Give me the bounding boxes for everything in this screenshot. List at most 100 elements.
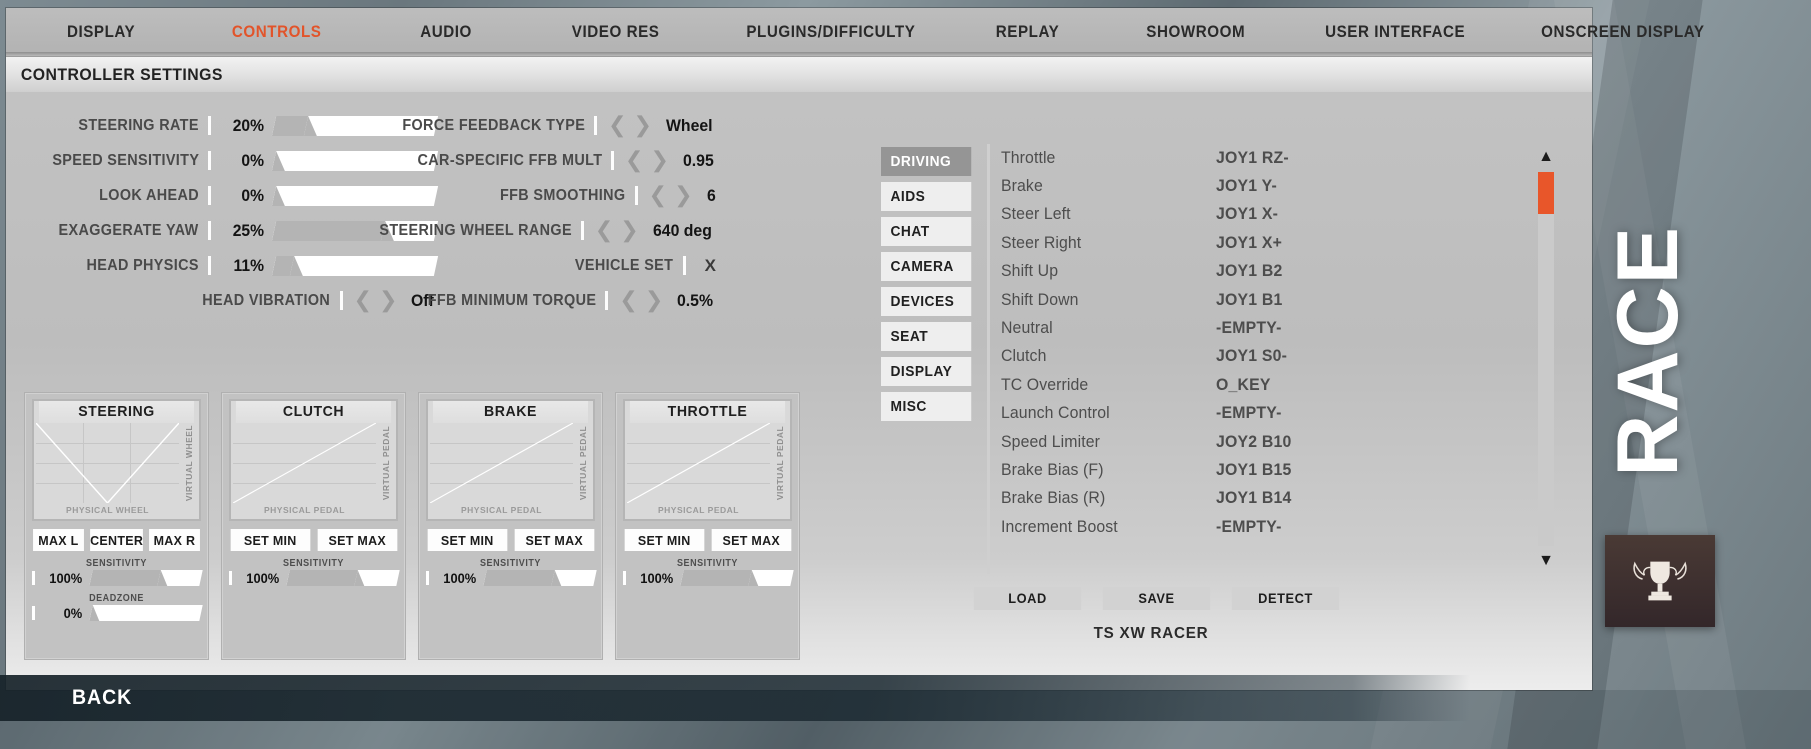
tab-display[interactable]: DISPLAY bbox=[54, 23, 148, 42]
setting-row-speed-sensitivity[interactable]: SPEED SENSITIVITY 0% bbox=[6, 143, 439, 178]
binding-value: -EMPTY- bbox=[1216, 404, 1282, 423]
set-max-button[interactable]: SET MAX bbox=[711, 529, 791, 551]
setting-row-car-specific-ffb-mult[interactable]: CAR-SPECIFIC FFB MULT ❮ ❯ 0.95 bbox=[386, 143, 716, 178]
binding-action: TC Override bbox=[1001, 375, 1089, 394]
table-row[interactable]: Throttle JOY1 RZ- bbox=[1001, 144, 1532, 172]
brake-sensitivity-row[interactable]: 100% bbox=[426, 570, 597, 586]
setting-row-vehicle-set[interactable]: VEHICLE SET X bbox=[386, 248, 716, 283]
table-row[interactable]: Launch Control -EMPTY- bbox=[1001, 400, 1532, 428]
divider-tick bbox=[605, 291, 609, 310]
set-min-button[interactable]: SET MIN bbox=[624, 529, 704, 551]
setting-label: FORCE FEEDBACK TYPE bbox=[402, 116, 586, 134]
detect-button[interactable]: DETECT bbox=[1231, 587, 1340, 610]
table-row[interactable]: Speed Limiter JOY2 B10 bbox=[1001, 428, 1532, 456]
table-row[interactable]: Brake Bias (F) JOY1 B15 bbox=[1001, 456, 1532, 484]
setting-row-look-ahead[interactable]: LOOK AHEAD 0% bbox=[6, 178, 439, 213]
steering-deadzone-row[interactable]: 0% bbox=[32, 605, 203, 621]
brake-sensitivity-slider[interactable] bbox=[483, 570, 597, 586]
table-row[interactable]: Shift Down JOY1 B1 bbox=[1001, 286, 1532, 314]
tab-audio[interactable]: AUDIO bbox=[407, 23, 484, 42]
category-devices[interactable]: DEVICES bbox=[881, 287, 972, 316]
chevron-left-icon[interactable]: ❮ bbox=[619, 289, 637, 312]
load-button[interactable]: LOAD bbox=[973, 587, 1082, 610]
set-max-button[interactable]: SET MAX bbox=[514, 529, 594, 551]
throttle-sensitivity-slider[interactable] bbox=[680, 570, 794, 586]
chevron-left-icon[interactable]: ❮ bbox=[649, 184, 667, 207]
steering-sensitivity-row[interactable]: 100% bbox=[32, 570, 203, 586]
set-min-button[interactable]: SET MIN bbox=[427, 529, 507, 551]
tab-onscreen-display[interactable]: ONSCREEN DISPLAY bbox=[1528, 23, 1717, 42]
binding-list: Throttle JOY1 RZ- Brake JOY1 Y- Steer Le… bbox=[1001, 144, 1532, 574]
category-chat[interactable]: CHAT bbox=[881, 217, 972, 246]
center-button[interactable]: CENTER bbox=[89, 529, 144, 551]
binding-value: JOY1 B1 bbox=[1216, 290, 1283, 309]
setting-row-head-physics[interactable]: HEAD PHYSICS 11% bbox=[6, 248, 439, 283]
setting-row-force-feedback-type[interactable]: FORCE FEEDBACK TYPE ❮ ❯ Wheel bbox=[386, 108, 716, 143]
table-row[interactable]: Brake Bias (R) JOY1 B14 bbox=[1001, 485, 1532, 513]
category-seat[interactable]: SEAT bbox=[881, 322, 972, 351]
max-right-button[interactable]: MAX R bbox=[149, 529, 200, 551]
chevron-right-icon[interactable]: ❯ bbox=[620, 219, 638, 242]
category-driving[interactable]: DRIVING bbox=[881, 147, 972, 176]
clutch-sensitivity-row[interactable]: 100% bbox=[229, 570, 400, 586]
tab-replay[interactable]: REPLAY bbox=[983, 23, 1072, 42]
setting-row-ffb-minimum-torque[interactable]: FFB MINIMUM TORQUE ❮ ❯ 0.5% bbox=[386, 283, 716, 318]
tab-user-interface[interactable]: USER INTERFACE bbox=[1312, 23, 1478, 42]
table-row[interactable]: Brake JOY1 Y- bbox=[1001, 172, 1532, 200]
table-row[interactable]: TC Override O_KEY bbox=[1001, 371, 1532, 399]
tab-controls[interactable]: CONTROLS bbox=[219, 23, 334, 42]
back-button[interactable]: BACK bbox=[72, 686, 132, 710]
category-aids[interactable]: AIDS bbox=[881, 182, 972, 211]
chevron-right-icon[interactable]: ❯ bbox=[634, 114, 652, 137]
category-camera[interactable]: CAMERA bbox=[881, 252, 972, 281]
setting-row-head-vibration[interactable]: HEAD VIBRATION ❮ ❯ Off bbox=[6, 283, 436, 318]
table-row[interactable]: Steer Right JOY1 X+ bbox=[1001, 229, 1532, 257]
stepper-force-feedback-type[interactable]: ❮ ❯ bbox=[608, 114, 652, 137]
deadzone-value: 0% bbox=[63, 605, 83, 621]
chevron-right-icon[interactable]: ❯ bbox=[650, 149, 668, 172]
binding-value: -EMPTY- bbox=[1216, 517, 1282, 536]
steering-sensitivity-slider[interactable] bbox=[89, 570, 203, 586]
chevron-up-icon[interactable]: ▲ bbox=[1533, 144, 1559, 170]
stepper-car-specific-ffb-mult[interactable]: ❮ ❯ bbox=[625, 149, 669, 172]
scrollbar-track[interactable] bbox=[1538, 172, 1554, 546]
binding-action: Increment Boost bbox=[1001, 517, 1118, 536]
category-display[interactable]: DISPLAY bbox=[881, 357, 972, 386]
stepper-steering-wheel-range[interactable]: ❮ ❯ bbox=[595, 219, 639, 242]
max-left-button[interactable]: MAX L bbox=[33, 529, 84, 551]
table-row[interactable]: Neutral -EMPTY- bbox=[1001, 314, 1532, 342]
table-row[interactable]: Increment Boost -EMPTY- bbox=[1001, 513, 1532, 541]
chevron-left-icon[interactable]: ❮ bbox=[354, 289, 372, 312]
chevron-down-icon[interactable]: ▼ bbox=[1533, 548, 1559, 574]
setting-row-steering-wheel-range[interactable]: STEERING WHEEL RANGE ❮ ❯ 640 deg bbox=[379, 213, 716, 248]
table-row[interactable]: Clutch JOY1 S0- bbox=[1001, 343, 1532, 371]
chevron-left-icon[interactable]: ❮ bbox=[595, 219, 613, 242]
scrollbar-thumb[interactable] bbox=[1538, 172, 1554, 214]
set-min-button[interactable]: SET MIN bbox=[230, 529, 310, 551]
setting-row-ffb-smoothing[interactable]: FFB SMOOTHING ❮ ❯ 6 bbox=[386, 178, 716, 213]
save-button[interactable]: SAVE bbox=[1102, 587, 1211, 610]
tab-plugins-difficulty[interactable]: PLUGINS/DIFFICULTY bbox=[734, 23, 929, 42]
chevron-left-icon[interactable]: ❮ bbox=[608, 114, 626, 137]
throttle-sensitivity-row[interactable]: 100% bbox=[623, 570, 794, 586]
tab-showroom[interactable]: SHOWROOM bbox=[1133, 23, 1258, 42]
divider-tick bbox=[339, 291, 343, 310]
binding-action: Brake Bias (R) bbox=[1001, 489, 1106, 508]
table-row[interactable]: Shift Up JOY1 B2 bbox=[1001, 258, 1532, 286]
chevron-left-icon[interactable]: ❮ bbox=[625, 149, 643, 172]
setting-row-exaggerate-yaw[interactable]: EXAGGERATE YAW 25% bbox=[6, 213, 439, 248]
binding-list-scrollbar[interactable]: ▲ ▼ bbox=[1533, 144, 1559, 574]
vehicle-set-toggle[interactable]: X bbox=[705, 256, 716, 276]
table-row[interactable]: Steer Left JOY1 X- bbox=[1001, 201, 1532, 229]
stepper-ffb-smoothing[interactable]: ❮ ❯ bbox=[649, 184, 693, 207]
setting-row-steering-rate[interactable]: STEERING RATE 20% bbox=[6, 108, 439, 143]
graph-plot bbox=[233, 423, 376, 503]
steering-deadzone-slider[interactable] bbox=[89, 605, 203, 621]
tab-video-res[interactable]: VIDEO RES bbox=[559, 23, 672, 42]
chevron-right-icon[interactable]: ❯ bbox=[674, 184, 692, 207]
set-max-button[interactable]: SET MAX bbox=[317, 529, 397, 551]
stepper-ffb-minimum-torque[interactable]: ❮ ❯ bbox=[619, 289, 663, 312]
category-misc[interactable]: MISC bbox=[881, 392, 972, 421]
clutch-sensitivity-slider[interactable] bbox=[286, 570, 400, 586]
chevron-right-icon[interactable]: ❯ bbox=[645, 289, 663, 312]
